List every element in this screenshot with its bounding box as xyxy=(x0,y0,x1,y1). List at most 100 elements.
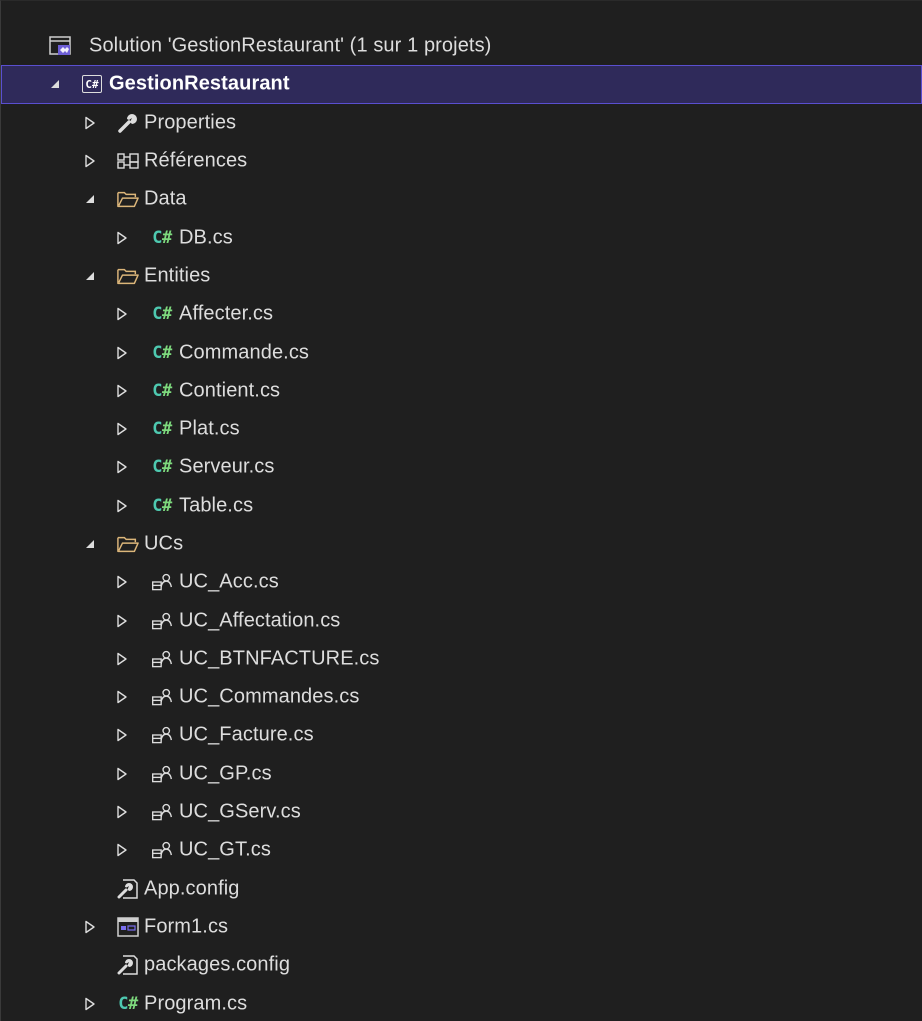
csharp-file-icon: C# xyxy=(152,419,172,440)
references-icon xyxy=(117,150,139,172)
user-control-icon xyxy=(151,763,173,785)
tree-item-label: GestionRestaurant xyxy=(109,72,290,95)
expanded-arrow-icon[interactable] xyxy=(83,269,97,283)
solution-explorer-tree: Solution 'GestionRestaurant' (1 sur 1 pr… xyxy=(0,0,922,1021)
file-uc-gt[interactable]: UC_GT.cs xyxy=(1,831,922,869)
file-uc-gp[interactable]: UC_GP.cs xyxy=(1,755,922,793)
collapsed-arrow-icon[interactable] xyxy=(115,307,129,321)
collapsed-arrow-icon[interactable] xyxy=(115,384,129,398)
tree-item-label: Entities xyxy=(144,264,211,287)
collapsed-arrow-icon[interactable] xyxy=(115,575,129,589)
collapsed-arrow-icon[interactable] xyxy=(115,422,129,436)
folder-data[interactable]: Data xyxy=(1,180,922,218)
user-control-icon xyxy=(151,801,173,823)
node-properties[interactable]: Properties xyxy=(1,104,922,142)
expanded-arrow-icon[interactable] xyxy=(83,537,97,551)
solution-label: Solution 'GestionRestaurant' (1 sur 1 pr… xyxy=(89,34,492,57)
solution-icon xyxy=(49,35,71,57)
tree-item-label: UC_Acc.cs xyxy=(179,570,279,593)
tree-item-label: UC_GP.cs xyxy=(179,762,272,785)
tree-item-label: UC_GT.cs xyxy=(179,838,271,861)
tree-item-label: DB.cs xyxy=(179,226,233,249)
tree-item-label: Table.cs xyxy=(179,494,254,517)
collapsed-arrow-icon[interactable] xyxy=(115,346,129,360)
csharp-file-icon: C# xyxy=(152,457,172,478)
tree-item-label: Properties xyxy=(144,111,237,134)
collapsed-arrow-icon[interactable] xyxy=(115,614,129,628)
csharp-file-icon: C# xyxy=(152,495,172,516)
user-control-icon xyxy=(151,686,173,708)
tree-item-label: Data xyxy=(144,187,187,210)
tree-item-label: Serveur.cs xyxy=(179,455,275,478)
tree-item-label: UC_Facture.cs xyxy=(179,723,314,746)
collapsed-arrow-icon[interactable] xyxy=(115,499,129,513)
config-file-icon xyxy=(117,954,139,976)
file-uc-acc[interactable]: UC_Acc.cs xyxy=(1,563,922,601)
file-contient[interactable]: C# Contient.cs xyxy=(1,372,922,410)
tree-item-label: UCs xyxy=(144,532,184,555)
tree-item-label: Plat.cs xyxy=(179,417,240,440)
user-control-icon xyxy=(151,648,173,670)
collapsed-arrow-icon[interactable] xyxy=(115,805,129,819)
folder-open-icon xyxy=(117,265,139,287)
wrench-icon xyxy=(117,112,139,134)
csharp-file-icon: C# xyxy=(118,993,138,1014)
collapsed-arrow-icon[interactable] xyxy=(115,767,129,781)
file-uc-btnfacture[interactable]: UC_BTNFACTURE.cs xyxy=(1,640,922,678)
tree-item-label: UC_Affectation.cs xyxy=(179,609,341,632)
collapsed-arrow-icon[interactable] xyxy=(115,231,129,245)
tree-item-label: UC_BTNFACTURE.cs xyxy=(179,647,380,670)
tree-item-label: UC_GServ.cs xyxy=(179,800,301,823)
tree-item-label: Contient.cs xyxy=(179,379,281,402)
collapsed-arrow-icon[interactable] xyxy=(115,460,129,474)
folder-open-icon xyxy=(117,188,139,210)
expanded-arrow-icon[interactable] xyxy=(83,192,97,206)
file-affecter[interactable]: C# Affecter.cs xyxy=(1,295,922,333)
solution-node[interactable]: Solution 'GestionRestaurant' (1 sur 1 pr… xyxy=(1,27,922,65)
collapsed-arrow-icon[interactable] xyxy=(83,997,97,1011)
file-plat[interactable]: C# Plat.cs xyxy=(1,410,922,448)
file-uc-commandes[interactable]: UC_Commandes.cs xyxy=(1,678,922,716)
file-uc-affectation[interactable]: UC_Affectation.cs xyxy=(1,601,922,639)
csharp-file-icon: C# xyxy=(152,227,172,248)
file-uc-facture[interactable]: UC_Facture.cs xyxy=(1,716,922,754)
collapsed-arrow-icon[interactable] xyxy=(83,116,97,130)
tree-item-label: Affecter.cs xyxy=(179,302,274,325)
collapsed-arrow-icon[interactable] xyxy=(83,154,97,168)
user-control-icon xyxy=(151,839,173,861)
tree-item-label: Form1.cs xyxy=(144,915,229,938)
file-app-config[interactable]: App.config xyxy=(1,870,922,908)
collapsed-arrow-icon[interactable] xyxy=(115,843,129,857)
collapsed-arrow-icon[interactable] xyxy=(115,690,129,704)
file-form1[interactable]: Form1.cs xyxy=(1,908,922,946)
node-references[interactable]: Références xyxy=(1,142,922,180)
csharp-file-icon: C# xyxy=(152,380,172,401)
folder-open-icon xyxy=(117,533,139,555)
collapsed-arrow-icon[interactable] xyxy=(115,728,129,742)
expanded-arrow-icon[interactable] xyxy=(48,77,62,91)
collapsed-arrow-icon[interactable] xyxy=(83,920,97,934)
tree-rows: C# GestionRestaurant Properties Références D… xyxy=(1,65,922,1021)
file-program[interactable]: C# Program.cs xyxy=(1,984,922,1021)
tree-item-label: App.config xyxy=(144,877,240,900)
file-packages-config[interactable]: packages.config xyxy=(1,946,922,984)
file-commande[interactable]: C# Commande.cs xyxy=(1,333,922,371)
tree-item-label: Références xyxy=(144,149,248,172)
csharp-file-icon: C# xyxy=(152,304,172,325)
project-gestionrestaurant[interactable]: C# GestionRestaurant xyxy=(1,65,922,104)
file-serveur[interactable]: C# Serveur.cs xyxy=(1,448,922,486)
user-control-icon xyxy=(151,724,173,746)
folder-entities[interactable]: Entities xyxy=(1,257,922,295)
user-control-icon xyxy=(151,571,173,593)
config-file-icon xyxy=(117,878,139,900)
file-uc-gserv[interactable]: UC_GServ.cs xyxy=(1,793,922,831)
user-control-icon xyxy=(151,610,173,632)
csharp-file-icon: C# xyxy=(152,342,172,363)
folder-ucs[interactable]: UCs xyxy=(1,525,922,563)
collapsed-arrow-icon[interactable] xyxy=(115,652,129,666)
file-table[interactable]: C# Table.cs xyxy=(1,487,922,525)
tree-item-label: packages.config xyxy=(144,953,291,976)
csharp-project-icon: C# xyxy=(81,73,103,95)
form-icon xyxy=(117,916,139,938)
file-db[interactable]: C# DB.cs xyxy=(1,218,922,256)
